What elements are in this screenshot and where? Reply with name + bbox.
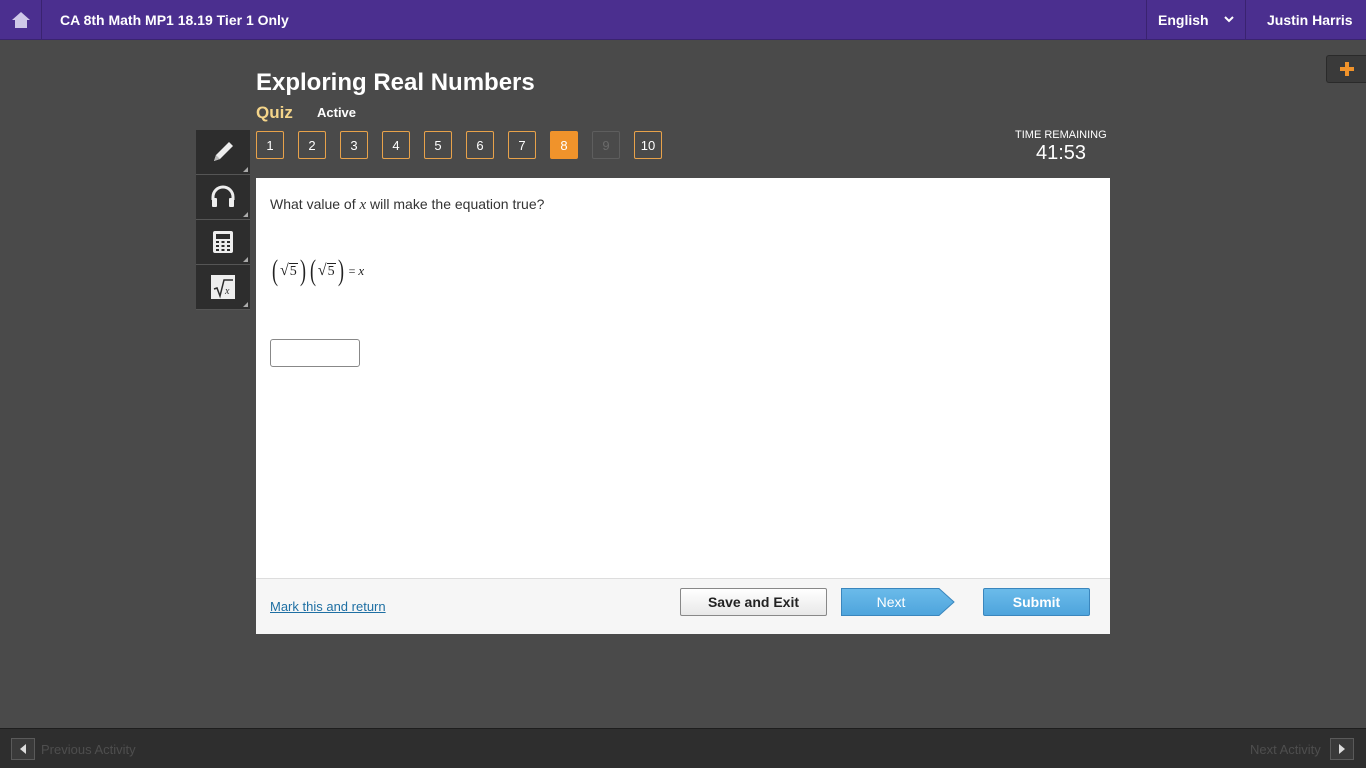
- tool-menu-corner: [243, 302, 248, 307]
- radicand: 5: [288, 263, 298, 279]
- radical-sign: √: [317, 262, 327, 279]
- activity-type-label: Quiz: [256, 103, 293, 122]
- answer-input[interactable]: [270, 339, 360, 367]
- question-button-7[interactable]: 7: [508, 131, 536, 159]
- question-button-8[interactable]: 8: [550, 131, 578, 159]
- pencil-tool-button[interactable]: [196, 130, 250, 175]
- pencil-icon: [214, 142, 233, 161]
- radicand: 5: [326, 263, 336, 279]
- home-icon: [11, 12, 30, 28]
- question-button-3[interactable]: 3: [340, 131, 368, 159]
- course-title: CA 8th Math MP1 18.19 Tier 1 Only: [60, 12, 289, 28]
- question-button-1[interactable]: 1: [256, 131, 284, 159]
- user-name[interactable]: Justin Harris: [1267, 12, 1353, 28]
- next-button-label: Next: [876, 594, 906, 610]
- close-paren: ): [299, 254, 306, 287]
- tool-menu-corner: [243, 212, 248, 217]
- tool-menu-corner: [243, 167, 248, 172]
- expand-button[interactable]: [1326, 55, 1366, 83]
- language-label: English: [1158, 12, 1209, 28]
- open-paren: (: [309, 254, 316, 287]
- calculator-icon: [213, 231, 233, 253]
- chevron-right-icon: [1339, 744, 1345, 754]
- square-root: √ 5: [280, 262, 298, 280]
- question-prompt: What value of x will make the equation t…: [270, 196, 544, 214]
- tool-panel: x: [196, 130, 250, 310]
- timer-value: 41:53: [1036, 142, 1087, 164]
- prompt-text-start: What value of: [270, 196, 360, 212]
- prompt-text-end: will make the equation true?: [366, 196, 545, 212]
- page-title: Exploring Real Numbers: [256, 69, 535, 96]
- question-navigation: 1 2 3 4 5 6 7 8 9 10: [256, 131, 676, 159]
- question-button-2[interactable]: 2: [298, 131, 326, 159]
- radical-sign: √: [280, 262, 289, 279]
- question-button-6[interactable]: 6: [466, 131, 494, 159]
- bottom-bar: Previous Activity Next Activity: [0, 728, 1366, 768]
- question-button-5[interactable]: 5: [424, 131, 452, 159]
- top-bar: CA 8th Math MP1 18.19 Tier 1 Only Englis…: [0, 0, 1366, 40]
- chevron-down-icon: [1224, 16, 1234, 23]
- formula-icon: x: [211, 275, 235, 299]
- rhs-variable: x: [358, 263, 365, 278]
- next-activity-button[interactable]: [1330, 738, 1354, 760]
- plus-icon: [1339, 62, 1354, 76]
- previous-activity-button[interactable]: [11, 738, 35, 760]
- home-button[interactable]: [0, 0, 42, 40]
- square-root: √ 5: [318, 262, 336, 280]
- question-button-4[interactable]: 4: [382, 131, 410, 159]
- mark-and-return-link[interactable]: Mark this and return: [270, 599, 386, 614]
- question-button-10[interactable]: 10: [634, 131, 662, 159]
- next-activity-label[interactable]: Next Activity: [1250, 742, 1321, 757]
- audio-tool-button[interactable]: [196, 175, 250, 220]
- open-paren: (: [272, 254, 278, 287]
- previous-activity-label[interactable]: Previous Activity: [41, 742, 136, 757]
- next-button[interactable]: Next: [841, 588, 955, 616]
- tool-menu-corner: [243, 257, 248, 262]
- save-and-exit-button[interactable]: Save and Exit: [680, 588, 827, 616]
- equation-rhs: = x: [349, 263, 365, 279]
- equation: ( √ 5 ) ( √ 5 ) = x: [270, 256, 364, 286]
- question-footer: Mark this and return Save and Exit Next …: [256, 578, 1110, 634]
- chevron-left-icon: [20, 744, 26, 754]
- formula-tool-button[interactable]: x: [196, 265, 250, 310]
- calculator-tool-button[interactable]: [196, 220, 250, 265]
- close-paren: ): [337, 254, 344, 287]
- equals-sign: =: [348, 264, 356, 278]
- question-panel: What value of x will make the equation t…: [256, 178, 1110, 578]
- svg-text:x: x: [224, 286, 230, 297]
- headphones-icon: [211, 185, 235, 207]
- question-button-9: 9: [592, 131, 620, 159]
- language-select[interactable]: English: [1146, 0, 1246, 40]
- submit-button[interactable]: Submit: [983, 588, 1090, 616]
- status-label: Active: [317, 105, 357, 120]
- timer-label: TIME REMAINING: [1015, 129, 1107, 141]
